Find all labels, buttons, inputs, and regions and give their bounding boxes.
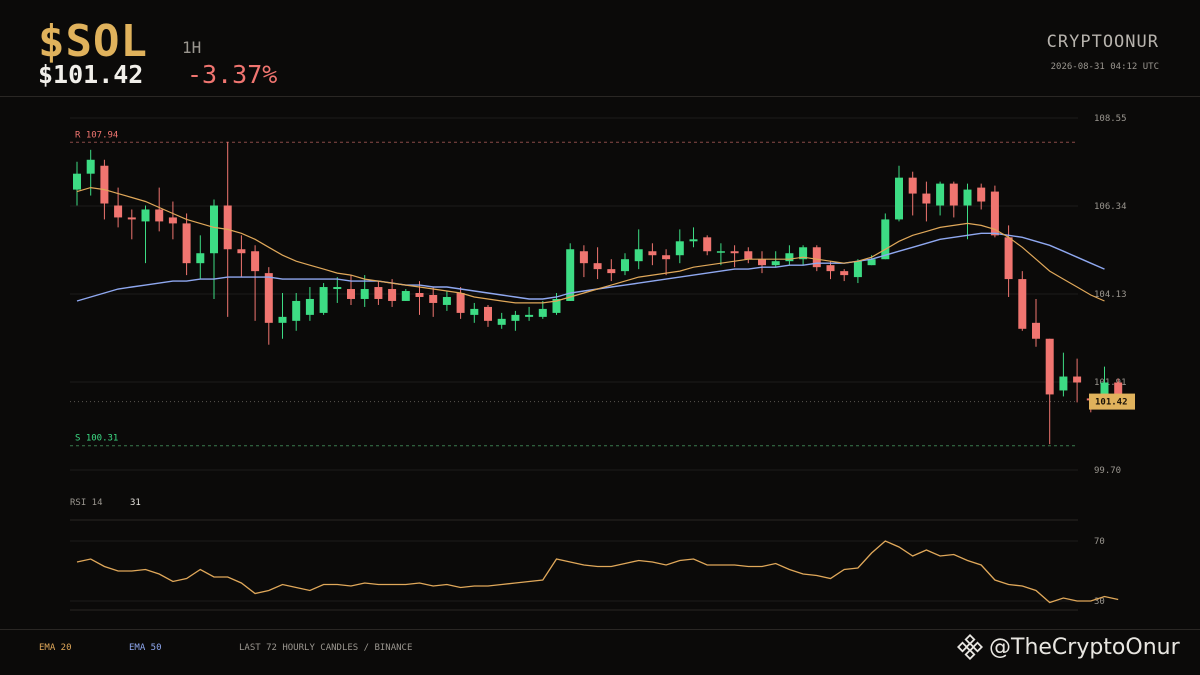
candle-body — [607, 269, 616, 274]
candle-body — [963, 189, 972, 206]
candle-body — [758, 259, 766, 266]
y-tick-label: 99.70 — [1094, 466, 1121, 476]
candle-body — [114, 205, 123, 218]
candle-body — [662, 255, 671, 260]
y-tick-label: 106.34 — [1094, 202, 1127, 212]
candle-body — [484, 306, 492, 321]
support-label: S 100.31 — [75, 434, 118, 444]
candle-body — [895, 177, 903, 220]
candle-body — [1045, 338, 1054, 395]
price-chart: 108.55 106.34 104.13 101.91 99.70 R 107.… — [70, 114, 1135, 611]
candle-body — [936, 183, 945, 206]
rsi-label: RSI 14 — [70, 498, 103, 508]
y-tick-label: 108.55 — [1094, 114, 1127, 124]
candle-body — [716, 251, 725, 253]
candle-body — [1073, 376, 1082, 383]
candle-body — [826, 265, 835, 272]
candle-body — [388, 289, 397, 301]
candle-body — [621, 259, 629, 272]
candle-body — [182, 223, 191, 264]
candle-body — [456, 293, 465, 313]
candle-body — [977, 187, 986, 202]
watermark: @TheCryptoOnur — [957, 634, 1180, 660]
candle-body — [730, 251, 739, 254]
candle-body — [579, 251, 588, 264]
candle-body — [305, 298, 314, 315]
candle-body — [73, 173, 81, 190]
candle-body — [648, 251, 657, 256]
binance-logo-icon — [957, 634, 983, 660]
candle-body — [922, 193, 931, 204]
candle-body — [374, 287, 383, 299]
candle-body — [100, 165, 109, 204]
candle-body — [511, 314, 520, 321]
candle-body — [319, 287, 328, 313]
candle-body — [675, 241, 684, 256]
candle-body — [1004, 237, 1013, 280]
candle-body — [1018, 279, 1027, 329]
candle-body — [223, 205, 232, 250]
candle-body — [853, 261, 862, 278]
candle-body — [785, 253, 794, 262]
candle-body — [470, 308, 479, 315]
candle-body — [1059, 376, 1068, 391]
candle-body — [689, 239, 698, 242]
candle-body — [251, 251, 260, 272]
candle-body — [442, 296, 451, 305]
candle-body — [429, 294, 438, 303]
candle-body — [196, 253, 205, 264]
candle-body — [347, 289, 355, 299]
rsi-tick-label: 70 — [1094, 537, 1105, 547]
footer-divider — [0, 629, 1200, 630]
candle-body — [333, 287, 342, 290]
current-price-axis-label: 101.42 — [1095, 398, 1128, 408]
candle-body — [949, 183, 958, 206]
watermark-text: @TheCryptoOnur — [989, 634, 1180, 660]
candle-body — [538, 308, 547, 317]
candle-body — [264, 273, 273, 323]
candle-body — [415, 293, 424, 297]
data-source: LAST 72 HOURLY CANDLES / BINANCE — [239, 643, 413, 653]
candle-body — [744, 251, 753, 260]
candle-body — [634, 249, 643, 262]
candle-body — [840, 271, 849, 276]
candle-body — [360, 289, 369, 299]
ema20-legend: EMA 20 — [39, 643, 72, 653]
candle-body — [771, 261, 780, 266]
candles — [73, 141, 1123, 445]
ema50-legend: EMA 50 — [129, 643, 162, 653]
candle-body — [155, 209, 164, 222]
candle-body — [401, 291, 410, 301]
candle-body — [127, 217, 136, 220]
candle-body — [292, 300, 301, 321]
candle-body — [881, 219, 890, 260]
candle-body — [141, 209, 150, 222]
candle-body — [703, 237, 712, 252]
candle-body — [497, 318, 506, 325]
candle-body — [908, 177, 917, 194]
resistance-label: R 107.94 — [75, 130, 118, 140]
rsi-value: 31 — [130, 498, 141, 508]
rsi-line — [76, 540, 1119, 604]
candle-body — [168, 217, 177, 224]
candle-body — [237, 249, 246, 254]
candle-body — [593, 263, 602, 270]
candle-body — [210, 205, 218, 254]
candle-body — [525, 314, 534, 317]
candle-body — [278, 316, 287, 323]
candle-body — [86, 159, 95, 174]
candle-body — [1032, 322, 1040, 339]
